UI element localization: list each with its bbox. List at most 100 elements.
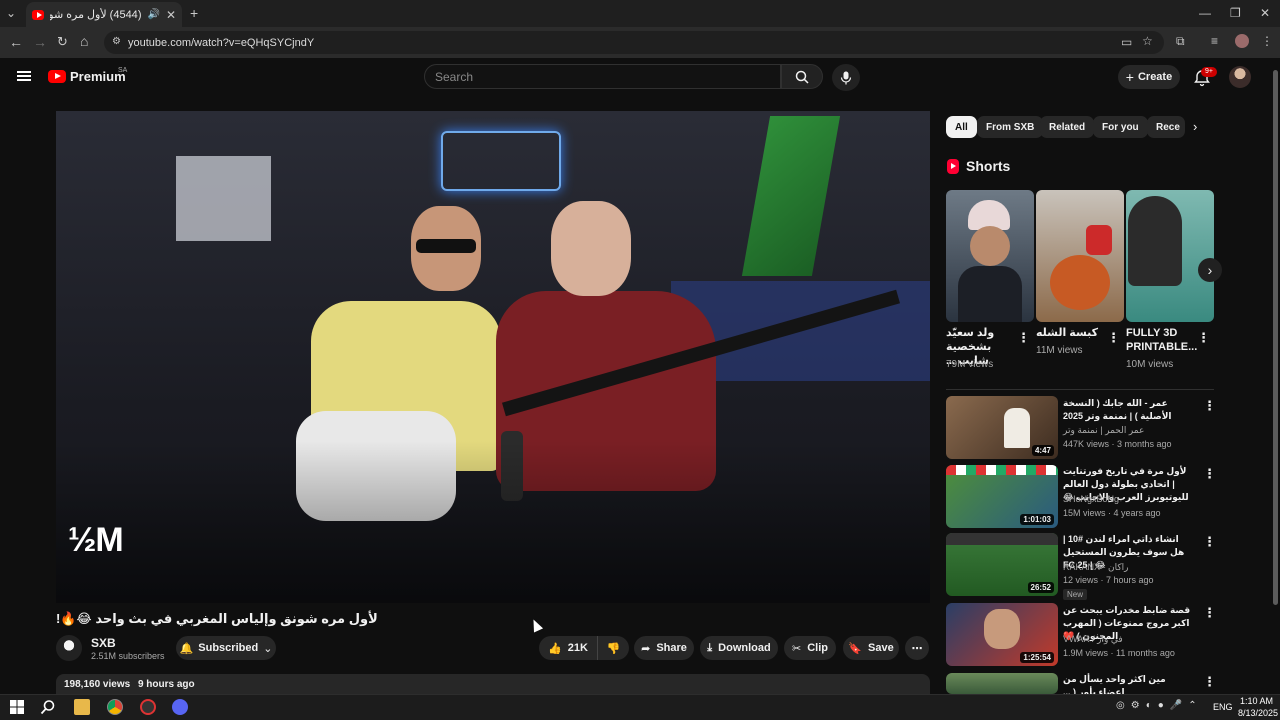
tray-icon[interactable]: ⚙ [1131,700,1140,711]
room-window [176,156,271,241]
short-title-3[interactable]: FULLY 3D PRINTABLE... [1126,326,1197,354]
channel-avatar[interactable] [56,635,82,661]
rec-meta-1: 447K views · 3 months ago [1063,439,1172,449]
voice-search-button[interactable] [832,64,860,91]
rec-thumbnail-5[interactable] [946,673,1058,694]
shorts-next-button[interactable]: › [1198,258,1222,282]
short-menu-icon-1[interactable]: ⋮ [1017,330,1030,346]
browser-tab[interactable]: (4544) لأول مره شونق والياس 🔊 ✕ [26,2,182,27]
forward-icon[interactable]: → [33,34,47,50]
bookmark-star-icon[interactable]: ☆ [1142,34,1153,48]
rec-menu-icon-4[interactable]: ⋮ [1203,605,1216,621]
new-tab-icon[interactable]: + [190,5,198,21]
tab-search-icon[interactable]: ⌄ [6,6,16,20]
restore-icon[interactable]: ❐ [1230,6,1241,20]
dislike-button[interactable]: 👎 [597,636,629,660]
chip-related[interactable]: Related [1040,116,1095,138]
like-count: 21K [567,642,588,654]
tray-icon[interactable]: ◐ [1146,700,1152,711]
download-button[interactable]: ⤓ Download [700,636,778,660]
subscribed-button[interactable]: 🔔 Subscribed ⌄ [176,636,276,660]
save-button[interactable]: 🔖 Save [843,636,899,660]
scissors-icon: ✂ [792,642,802,655]
short-thumbnail-2[interactable] [1036,190,1124,322]
tray-icon[interactable]: ◎ [1116,700,1125,711]
create-button[interactable]: + Create [1118,65,1180,89]
duration-badge: 26:52 [1027,582,1054,593]
window-close-icon[interactable]: ✕ [1260,6,1270,20]
region-code: SA [118,67,128,74]
short-title-2[interactable]: كبسة الشله [1036,326,1106,340]
chrome-icon[interactable] [107,699,123,715]
system-tray[interactable]: ◎ ⚙ ◐ ● 🎤 ⌃ [1116,700,1197,711]
clock-time[interactable]: 1:10 AM [1240,696,1273,706]
discord-icon[interactable] [172,699,188,715]
language-indicator[interactable]: ENG [1213,702,1233,712]
chip-all[interactable]: All [946,116,977,138]
search-input[interactable]: Search [424,64,781,89]
microphone-icon [840,71,852,84]
rec-thumbnail-4[interactable]: 1:25:54 [946,603,1058,666]
channel-name[interactable]: SXB [91,636,116,650]
more-actions-button[interactable]: ⋯ [905,636,929,660]
search-button[interactable] [781,64,823,89]
browser-menu-icon[interactable]: ⋮ [1261,34,1273,48]
share-label: Share [656,642,687,654]
taskbar-search-icon[interactable] [40,699,56,715]
rec-thumbnail-2[interactable]: 1:01:03 [946,465,1058,528]
rec-menu-icon-3[interactable]: ⋮ [1203,534,1216,550]
tray-icon[interactable]: 🎤 [1170,700,1182,711]
rec-title-1[interactable]: عمر - الله جابك ( النسخة الأصلية ) | نمن… [1063,397,1191,423]
search-icon [795,70,809,84]
rec-channel-3[interactable]: RAKANX - راكان [1063,562,1129,573]
thumbs-up-icon: 👍 [548,642,562,655]
url-bar[interactable]: youtube.com/watch?v=eQHqSYCjndY [104,31,1164,54]
clip-button[interactable]: ✂ Clip [784,636,836,660]
back-icon[interactable]: ← [9,34,23,50]
youtube-logo[interactable]: Premium [48,69,126,84]
chips-next-icon[interactable]: › [1193,119,1197,134]
cast-icon[interactable]: ▭ [1121,35,1132,49]
rec-thumbnail-1[interactable]: 4:47 [946,396,1058,459]
short-views-3: 10M views [1126,359,1174,370]
rec-menu-icon-1[interactable]: ⋮ [1203,398,1216,414]
site-info-icon[interactable]: ⚙ [112,36,121,47]
sunglasses [416,239,476,253]
rec-title-5[interactable]: مين اكثر واحد يسأل من اعضاء بأور ( ... [1063,673,1191,694]
file-explorer-icon[interactable] [74,699,90,715]
tab-close-icon[interactable]: ✕ [166,8,176,22]
rec-channel-2[interactable]: SHoNgxBoNg [1063,494,1119,504]
tray-icon[interactable]: ● [1158,700,1164,711]
short-menu-icon-3[interactable]: ⋮ [1197,330,1210,346]
chip-for-you[interactable]: For you [1093,116,1148,138]
speaker-icon[interactable]: 🔊 [147,9,159,20]
video-player[interactable] [56,111,930,603]
home-icon[interactable]: ⌂ [80,33,88,49]
rec-menu-icon-2[interactable]: ⋮ [1203,466,1216,482]
reload-icon[interactable]: ↻ [57,34,68,50]
account-avatar[interactable] [1229,66,1251,88]
like-button[interactable]: 👍 21K [539,636,597,660]
tray-icon[interactable]: ⌃ [1188,700,1196,711]
short-thumbnail-1[interactable] [946,190,1034,322]
rec-channel-4[interactable]: VWAR / في وار [1063,634,1123,645]
clock-date[interactable]: 8/13/2025 [1238,708,1278,718]
share-button[interactable]: ➦ Share [634,636,694,660]
media-control-icon[interactable]: ≡ [1211,34,1218,48]
short-thumbnail-3[interactable] [1126,190,1214,322]
rec-channel-1[interactable]: عمر الحمر | نمنمة وتر [1063,425,1144,436]
profile-avatar-icon[interactable] [1235,34,1249,48]
short-views-2: 11M views [1036,345,1083,356]
short-menu-icon-2[interactable]: ⋮ [1107,330,1120,346]
hamburger-menu-icon[interactable] [17,71,31,81]
chip-recent[interactable]: Rece [1147,116,1185,138]
description-box[interactable]: 198,160 views 9 hours ago [56,674,930,696]
app-icon-red[interactable] [140,699,156,715]
rec-menu-icon-5[interactable]: ⋮ [1203,674,1216,690]
minimize-icon[interactable]: — [1199,6,1211,20]
rec-thumbnail-3[interactable]: 26:52 [946,533,1058,596]
windows-start-icon[interactable] [9,699,25,715]
scrollbar-thumb[interactable] [1273,70,1278,605]
chip-from-sxb[interactable]: From SXB [977,116,1044,138]
extensions-icon[interactable]: ⧉ [1176,34,1185,49]
